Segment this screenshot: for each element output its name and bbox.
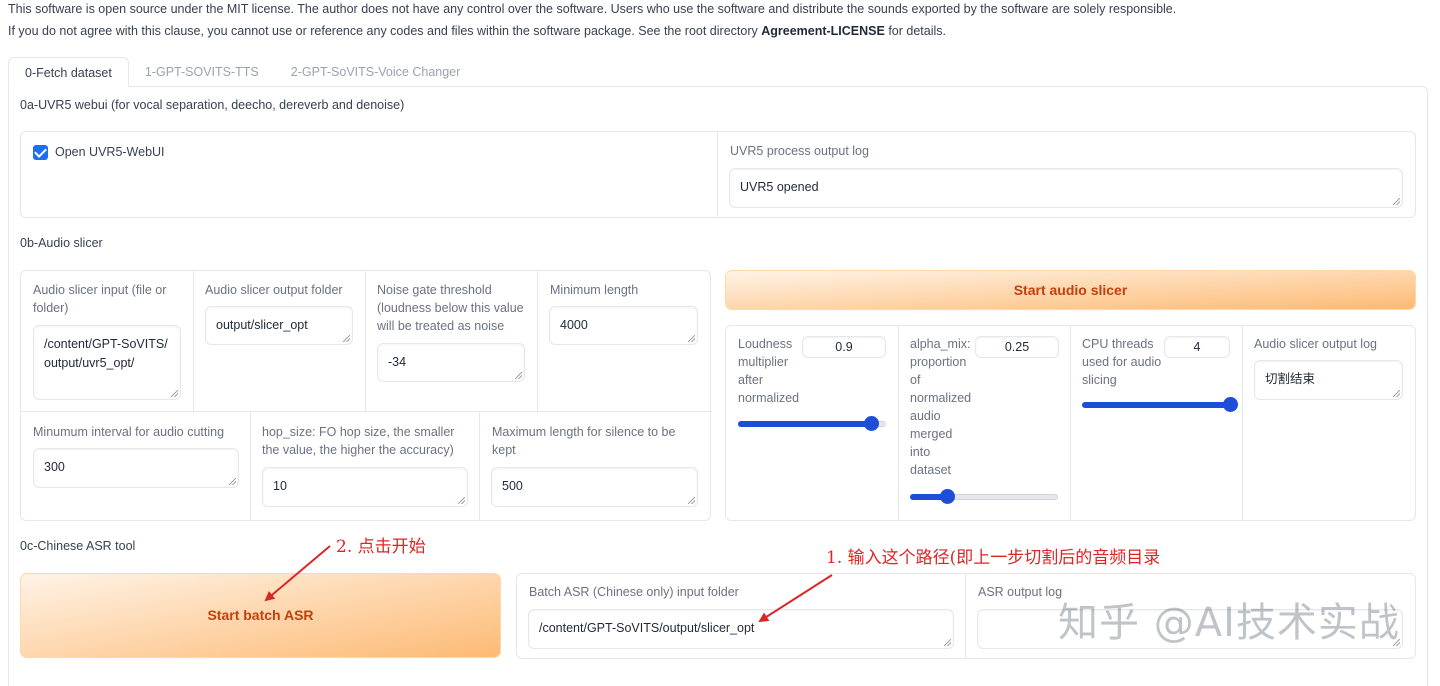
cpu-threads-number[interactable]: 4 (1164, 336, 1230, 358)
annotation-step2: 2. 点击开始 (336, 537, 426, 557)
cpu-threads-label: CPU threads used for audio slicing (1082, 337, 1162, 387)
asr-input-label: Batch ASR (Chinese only) input folder (529, 585, 739, 599)
cpu-threads-slider-fill (1082, 402, 1230, 408)
min-interval-field[interactable]: 300 (33, 448, 239, 488)
license-notice-line1: This software is open source under the M… (8, 2, 1177, 16)
slicer-section-title: 0b-Audio slicer (20, 236, 103, 250)
slicer-log-output[interactable]: 切割结束 (1254, 360, 1403, 400)
max-silence-field[interactable]: 500 (491, 467, 698, 507)
loudness-number[interactable]: 0.9 (802, 336, 886, 358)
uvr5-section-title: 0a-UVR5 webui (for vocal separation, dee… (20, 98, 405, 112)
slicer-output-folder-label: Audio slicer output folder (205, 283, 343, 297)
cpu-threads-slider[interactable] (1082, 397, 1238, 413)
loudness-label: Loudness multiplier after normalized (738, 337, 800, 405)
alpha-mix-label: alpha_mix: proportion of normalized audi… (910, 337, 972, 477)
min-length-label: Minimum length (550, 283, 639, 297)
asr-log-label: ASR output log (978, 585, 1063, 599)
loudness-slider-fill (738, 421, 872, 427)
open-uvr5-label: Open UVR5-WebUI (55, 145, 165, 159)
alpha-mix-slider-thumb[interactable] (940, 489, 955, 504)
noise-gate-label: Noise gate threshold (loudness below thi… (377, 283, 524, 333)
start-audio-slicer-button[interactable]: Start audio slicer (725, 270, 1416, 310)
asr-section-title: 0c-Chinese ASR tool (20, 539, 136, 553)
license-notice-text: If you do not agree with this clause, yo… (8, 24, 762, 38)
watermark: 知乎 @AI技术实战 (1058, 600, 1400, 646)
tab-gpt-sovits-tts[interactable]: 1-GPT-SOVITS-TTS (129, 57, 275, 87)
slicer-input-field[interactable]: /content/GPT-SoVITS/output/uvr5_opt/ (33, 325, 181, 400)
hop-size-field[interactable]: 10 (262, 467, 468, 507)
annotation-step1: 1. 输入这个路径(即上一步切割后的音频目录 (826, 548, 1161, 568)
license-notice-line2: If you do not agree with this clause, yo… (8, 24, 946, 38)
license-notice-suffix: for details. (884, 24, 946, 38)
cpu-threads-slider-thumb[interactable] (1223, 397, 1238, 412)
asr-input-field[interactable]: /content/GPT-SoVITS/output/slicer_opt (528, 609, 954, 649)
open-uvr5-checkbox[interactable] (33, 145, 48, 160)
uvr5-log-output[interactable]: UVR5 opened (729, 168, 1403, 208)
uvr5-log-label: UVR5 process output log (730, 144, 869, 158)
max-silence-label: Maximum length for silence to be kept (492, 425, 676, 457)
slicer-input-label: Audio slicer input (file or folder) (33, 283, 167, 315)
license-link: Agreement-LICENSE (761, 24, 885, 38)
tab-voice-changer[interactable]: 2-GPT-SoVITS-Voice Changer (275, 57, 477, 87)
slicer-log-label: Audio slicer output log (1254, 337, 1377, 351)
alpha-mix-slider[interactable] (910, 489, 1058, 505)
slicer-output-folder-field[interactable]: output/slicer_opt (205, 306, 353, 345)
min-length-field[interactable]: 4000 (549, 306, 698, 345)
tab-fetch-dataset[interactable]: 0-Fetch dataset (8, 57, 129, 87)
loudness-slider-thumb[interactable] (864, 416, 880, 431)
min-interval-label: Minumum interval for audio cutting (33, 425, 225, 439)
hop-size-label: hop_size: FO hop size, the smaller the v… (262, 425, 455, 457)
start-batch-asr-button[interactable]: Start batch ASR (20, 573, 501, 658)
tab-bar: 0-Fetch dataset 1-GPT-SOVITS-TTS 2-GPT-S… (8, 57, 476, 87)
alpha-mix-number[interactable]: 0.25 (975, 336, 1059, 358)
noise-gate-field[interactable]: -34 (377, 343, 525, 382)
loudness-slider[interactable] (738, 416, 886, 432)
